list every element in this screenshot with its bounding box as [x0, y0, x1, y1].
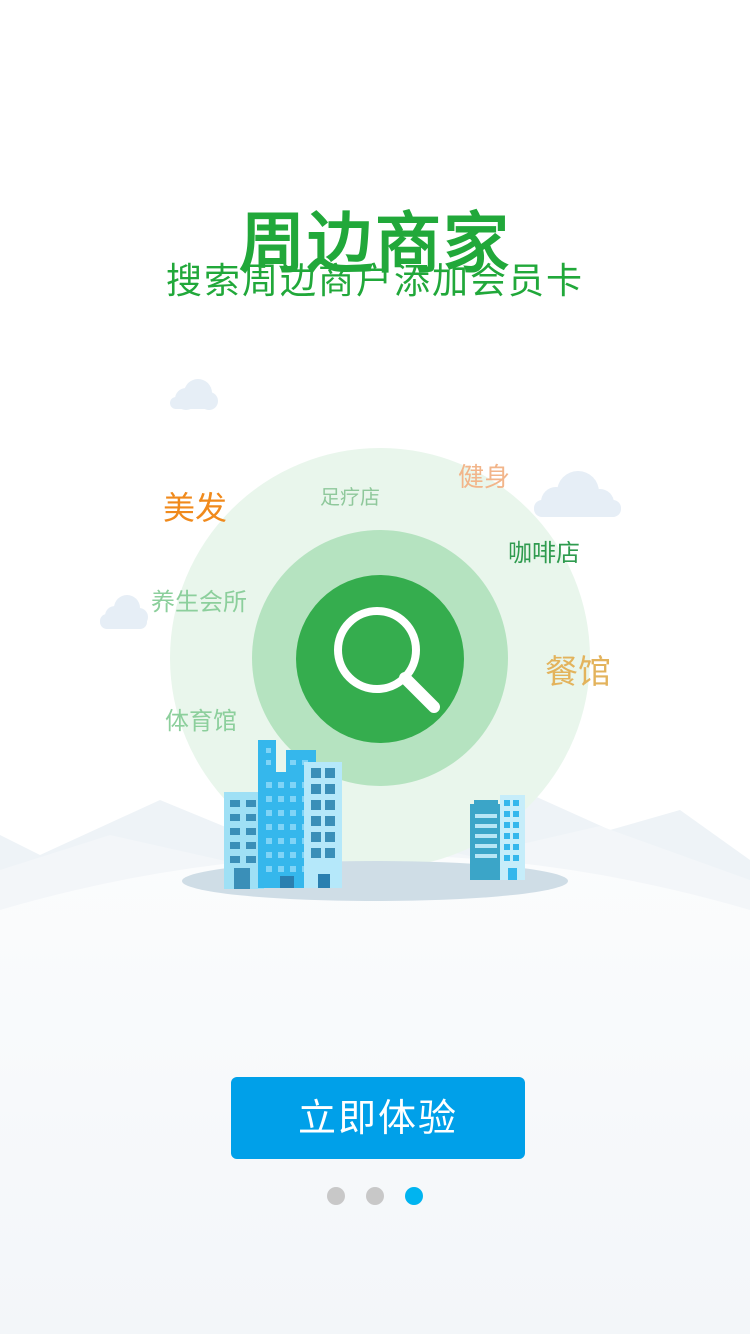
tag-meifa[interactable]: 美发 [163, 492, 227, 524]
start-button[interactable]: 立即体验 [231, 1077, 525, 1159]
tag-jianshen[interactable]: 健身 [458, 465, 510, 491]
cloud-icon [100, 595, 148, 629]
tag-kafeidian[interactable]: 咖啡店 [508, 541, 580, 565]
page-dot-2[interactable] [366, 1187, 384, 1205]
cloud-icon [534, 471, 621, 517]
search-button[interactable] [296, 575, 464, 743]
building-small-right [470, 795, 525, 880]
tag-tiyuguan[interactable]: 体育馆 [165, 709, 237, 733]
tag-canguan[interactable]: 餐馆 [545, 655, 611, 688]
tag-zuliaodian[interactable]: 足疗店 [320, 487, 380, 507]
page-dot-1[interactable] [327, 1187, 345, 1205]
tag-yangshenghuisuo[interactable]: 养生会所 [151, 590, 247, 614]
building-right-tall [304, 762, 342, 888]
page-indicator [0, 1187, 750, 1205]
page-dot-3[interactable] [405, 1187, 423, 1205]
cloud-icon [170, 379, 218, 410]
